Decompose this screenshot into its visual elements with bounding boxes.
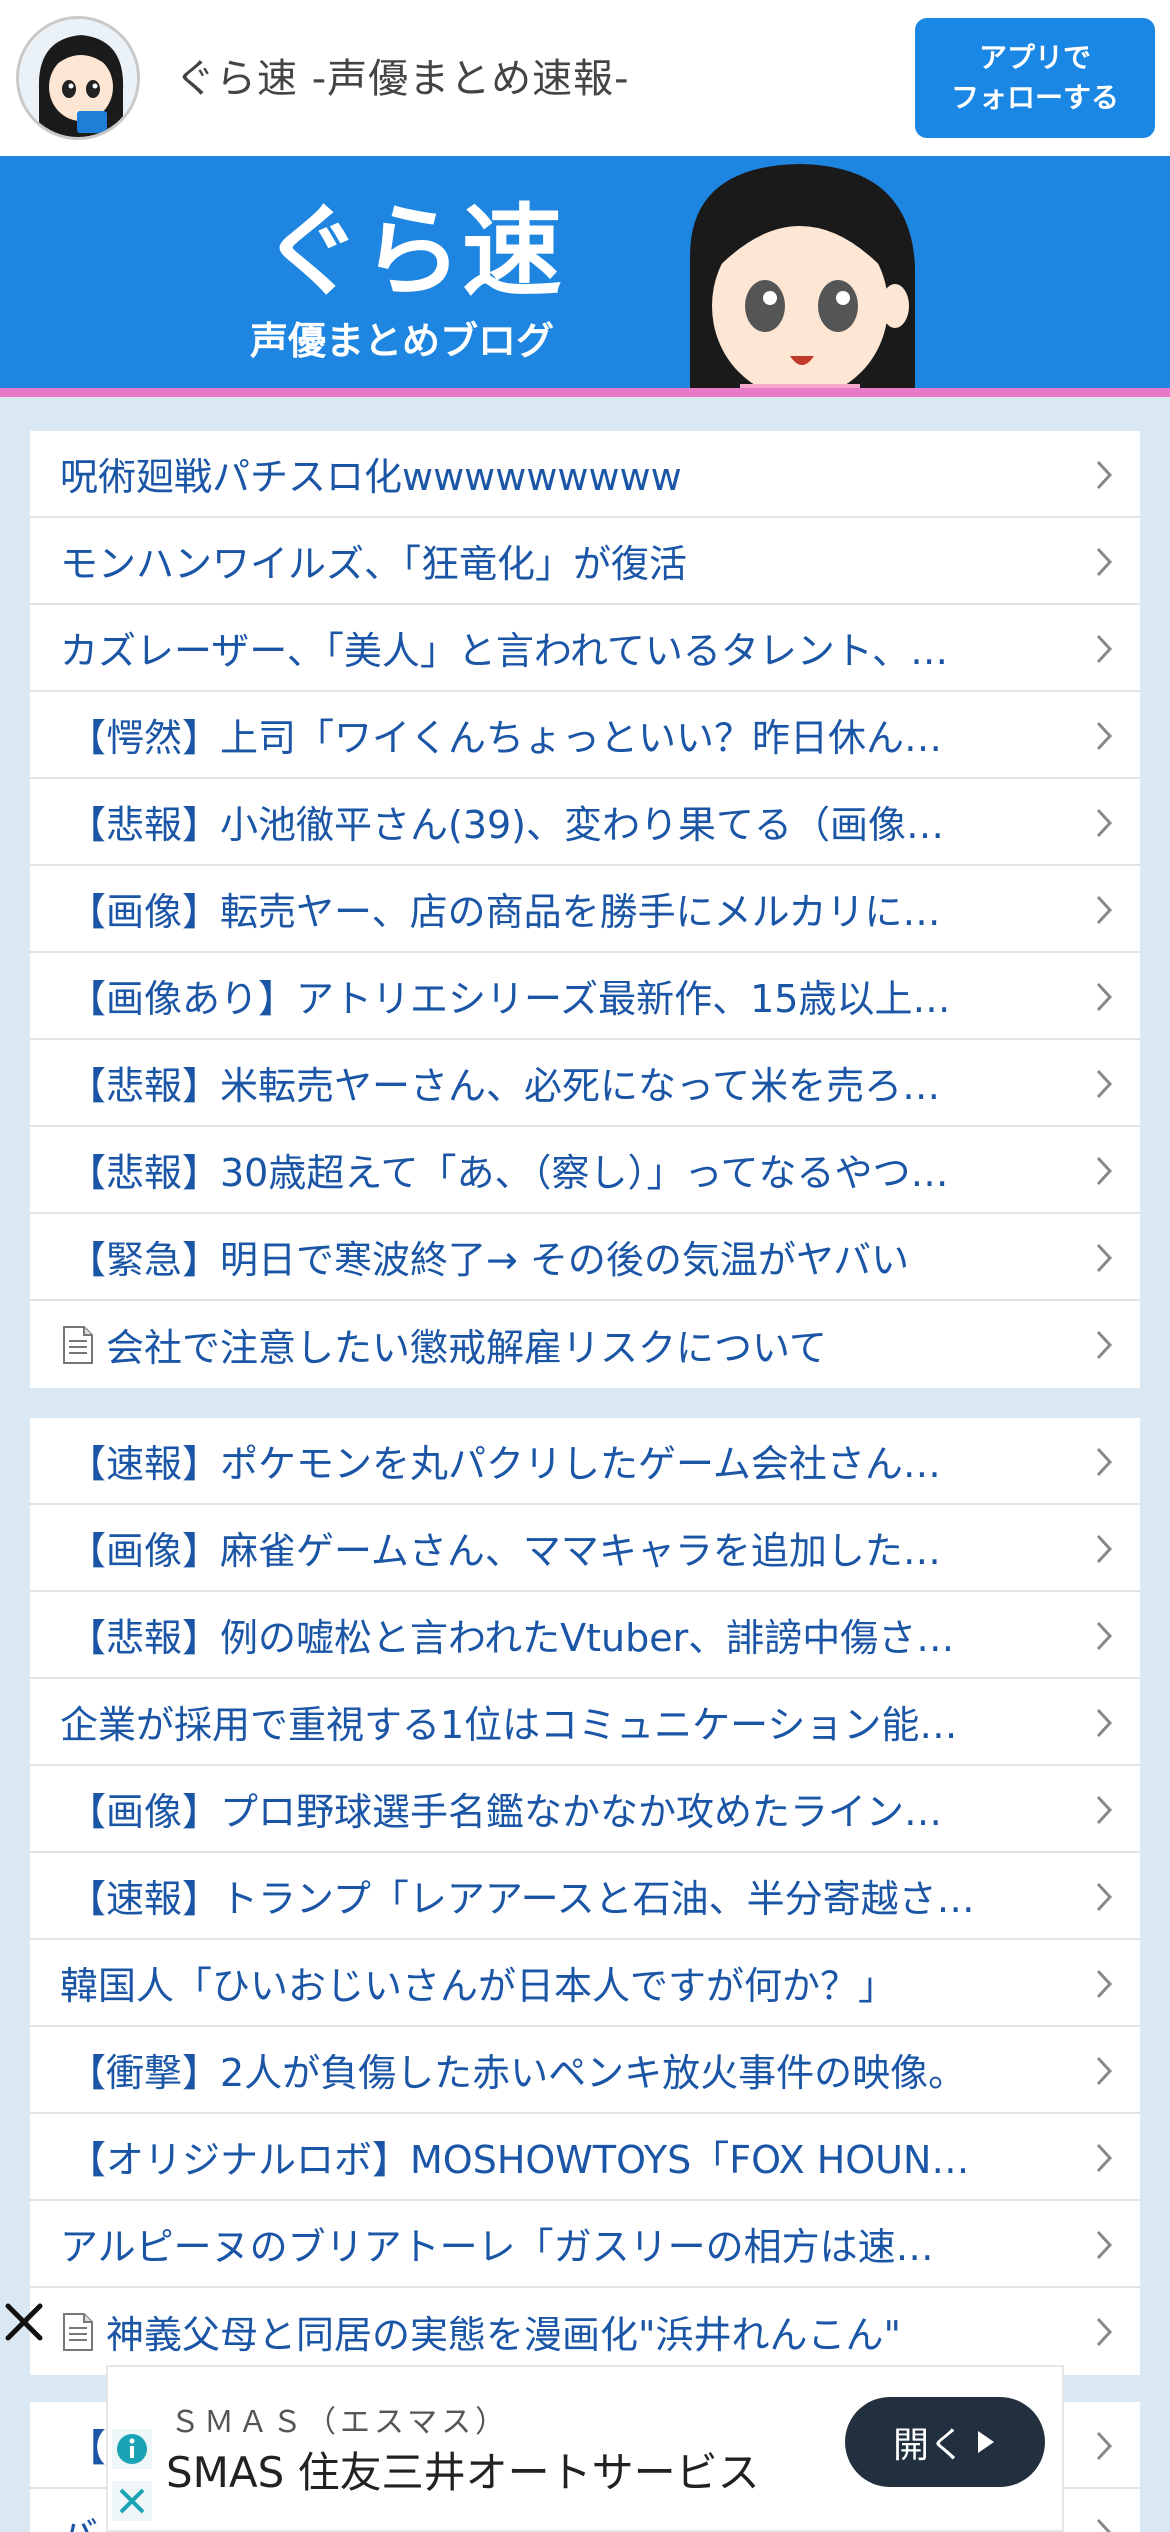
article-title: 【 [68,2426,107,2470]
banner-divider [0,388,1170,397]
banner-title: ぐら速 [262,193,562,310]
article-title: カズレーザー、「美人」と言われているタレント、… [60,629,949,673]
play-arrow-icon [978,2431,994,2453]
document-icon [62,2312,94,2352]
article-list-item[interactable]: 【愕然】上司「ワイくんちょっといい？昨日休ん… [30,692,1140,779]
top-bar: ぐら速 -声優まとめ速報- アプリで フォローする [0,0,1170,156]
chevron-right-icon [1096,1243,1113,1273]
chevron-right-icon [1096,1795,1113,1825]
article-list-item[interactable]: 【緊急】明日で寒波終了→ その後の気温がヤバい [30,1214,1140,1301]
article-list-item[interactable]: 【画像】プロ野球選手名鑑なかなか攻めたライン… [30,1766,1140,1853]
ad-info-icon[interactable] [112,2429,152,2469]
chevron-right-icon [1096,1621,1113,1651]
chevron-right-icon [1096,1882,1113,1912]
ad-close-icon[interactable] [112,2481,152,2521]
chevron-right-icon [1096,1708,1113,1738]
article-title: 【愕然】上司「ワイくんちょっといい？昨日休ん… [68,716,943,760]
chevron-right-icon [1096,2317,1113,2347]
ad-open-label: 開く [892,2425,965,2466]
article-list-item[interactable]: 【悲報】米転売ヤーさん、必死になって米を売ろ… [30,1040,1140,1127]
chevron-right-icon [1096,808,1113,838]
chevron-right-icon [1096,1156,1113,1186]
article-list-item[interactable]: 【悲報】例の嘘松と言われたVtuber、誹謗中傷さ… [30,1592,1140,1679]
chevron-right-icon [1096,895,1113,925]
ad-title: SMAS 住友三井オートサービス [166,2448,760,2497]
article-list-item[interactable]: 【衝撃】2人が負傷した赤いペンキ放火事件の映像。 [30,2027,1140,2114]
article-list-item[interactable]: アルピーヌのブリアトーレ「ガスリーの相方は速… [30,2201,1140,2288]
chevron-right-icon [1096,2431,1113,2461]
chevron-right-icon [1096,2143,1113,2173]
article-title: 【悲報】例の嘘松と言われたVtuber、誹謗中傷さ… [68,1616,955,1660]
article-list-item[interactable]: 神義父母と同居の実態を漫画化"浜井れんこん" [30,2288,1140,2375]
chevron-right-icon [1096,1534,1113,1564]
chevron-right-icon [1096,1447,1113,1477]
site-avatar[interactable] [16,16,140,140]
chevron-right-icon [1096,2518,1112,2532]
article-list-item[interactable]: 【画像】麻雀ゲームさん、ママキャラを追加した… [30,1505,1140,1592]
article-title: 韓国人「ひいおじいさんが日本人ですが何か？」 [60,1964,897,2008]
ad-sponsor: ＳＭＡＳ（エスマス） [170,2405,510,2440]
article-list-1: 呪術廻戦パチスロ化wwwwwwwww モンハンワイルズ、「狂竜化」が復活カズレーザ… [30,431,1140,1388]
article-title: 【緊急】明日で寒波終了→ その後の気温がヤバい [68,1238,910,1282]
chevron-right-icon [1096,2056,1113,2086]
article-title: 【画像あり】アトリエシリーズ最新作、15歳以上… [68,977,951,1021]
article-list-item[interactable]: 【画像あり】アトリエシリーズ最新作、15歳以上… [30,953,1140,1040]
article-title: 【悲報】米転売ヤーさん、必死になって米を売ろ… [68,1064,941,1108]
follow-app-button[interactable]: アプリで フォローする [915,18,1155,138]
article-list-2: 【速報】ポケモンを丸パクリしたゲーム会社さん… 【画像】麻雀ゲームさん、ママキャラ… [30,1418,1140,2375]
article-list-item[interactable]: 【悲報】小池徹平さん(39)、変わり果てる（画像… [30,779,1140,866]
article-title: 【速報】ポケモンを丸パクリしたゲーム会社さん… [68,1442,941,1486]
chevron-right-icon [1096,1069,1113,1099]
article-list-item[interactable]: 会社で注意したい懲戒解雇リスクについて [30,1301,1140,1388]
chevron-right-icon [1096,460,1113,490]
article-title: 呪術廻戦パチスロ化wwwwwwwww [60,455,682,499]
article-title: モンハンワイルズ、「狂竜化」が復活 [60,542,688,586]
article-title: 【画像】転売ヤー、店の商品を勝手にメルカリに… [68,890,941,934]
site-title: ぐら速 -声優まとめ速報- [175,56,630,102]
chevron-right-icon [1096,634,1113,664]
chevron-right-icon [1096,721,1113,751]
article-title: 【オリジナルロボ】MOSHOWTOYS「FOX HOUN… [68,2138,970,2182]
article-title: 神義父母と同居の実態を漫画化"浜井れんこん" [106,2313,901,2357]
site-banner[interactable]: ぐら速 声優まとめブログ [0,156,1170,394]
article-title: 【速報】トランプ「レアアースと石油、半分寄越さ… [68,1877,975,1921]
article-list-item[interactable]: モンハンワイルズ、「狂竜化」が復活 [30,518,1140,605]
ad-open-button[interactable]: 開く [845,2397,1045,2487]
banner-character-illustration [690,164,915,394]
chevron-right-icon [1096,1330,1113,1360]
article-list-item[interactable]: 韓国人「ひいおじいさんが日本人ですが何か？」 [30,1940,1140,2027]
article-list-item[interactable]: 【画像】転売ヤー、店の商品を勝手にメルカリに… [30,866,1140,953]
article-list-item[interactable]: 【悲報】30歳超えて「あ、（察し）」ってなるやつ… [30,1127,1140,1214]
article-title: 会社で注意したい懲戒解雇リスクについて [106,1326,827,1370]
article-title: 【画像】プロ野球選手名鑑なかなか攻めたライン… [68,1790,943,1834]
article-title: 企業が採用で重視する1位はコミュニケーション能… [60,1703,958,1747]
article-title: アルピーヌのブリアトーレ「ガスリーの相方は速… [60,2225,934,2269]
chevron-right-icon [1096,2230,1113,2260]
article-title: 【悲報】30歳超えて「あ、（察し）」ってなるやつ… [68,1151,949,1195]
chevron-right-icon [1096,1969,1113,1999]
article-title: 【画像】麻雀ゲームさん、ママキャラを追加した… [68,1529,941,1573]
document-icon [62,1325,94,1365]
article-title: 【衝撃】2人が負傷した赤いペンキ放火事件の映像。 [68,2051,967,2095]
article-list-item[interactable]: カズレーザー、「美人」と言われているタレント、… [30,605,1140,692]
article-list-item[interactable]: 企業が採用で重視する1位はコミュニケーション能… [30,1679,1140,1766]
chevron-right-icon [1096,982,1113,1012]
ad-banner[interactable]: ＳＭＡＳ（エスマス） SMAS 住友三井オートサービス 開く [106,2365,1064,2532]
chevron-right-icon [1096,547,1113,577]
article-title: 【悲報】小池徹平さん(39)、変わり果てる（画像… [68,803,945,847]
article-list-item[interactable]: 【オリジナルロボ】MOSHOWTOYS「FOX HOUN… [30,2114,1140,2201]
ad-dismiss-icon[interactable] [2,2300,46,2344]
article-list-item[interactable]: 呪術廻戦パチスロ化wwwwwwwww [30,431,1140,518]
banner-subtitle: 声優まとめブログ [250,319,554,363]
article-list-item[interactable]: 【速報】ポケモンを丸パクリしたゲーム会社さん… [30,1418,1140,1505]
article-list-item[interactable]: 【速報】トランプ「レアアースと石油、半分寄越さ… [30,1853,1140,1940]
